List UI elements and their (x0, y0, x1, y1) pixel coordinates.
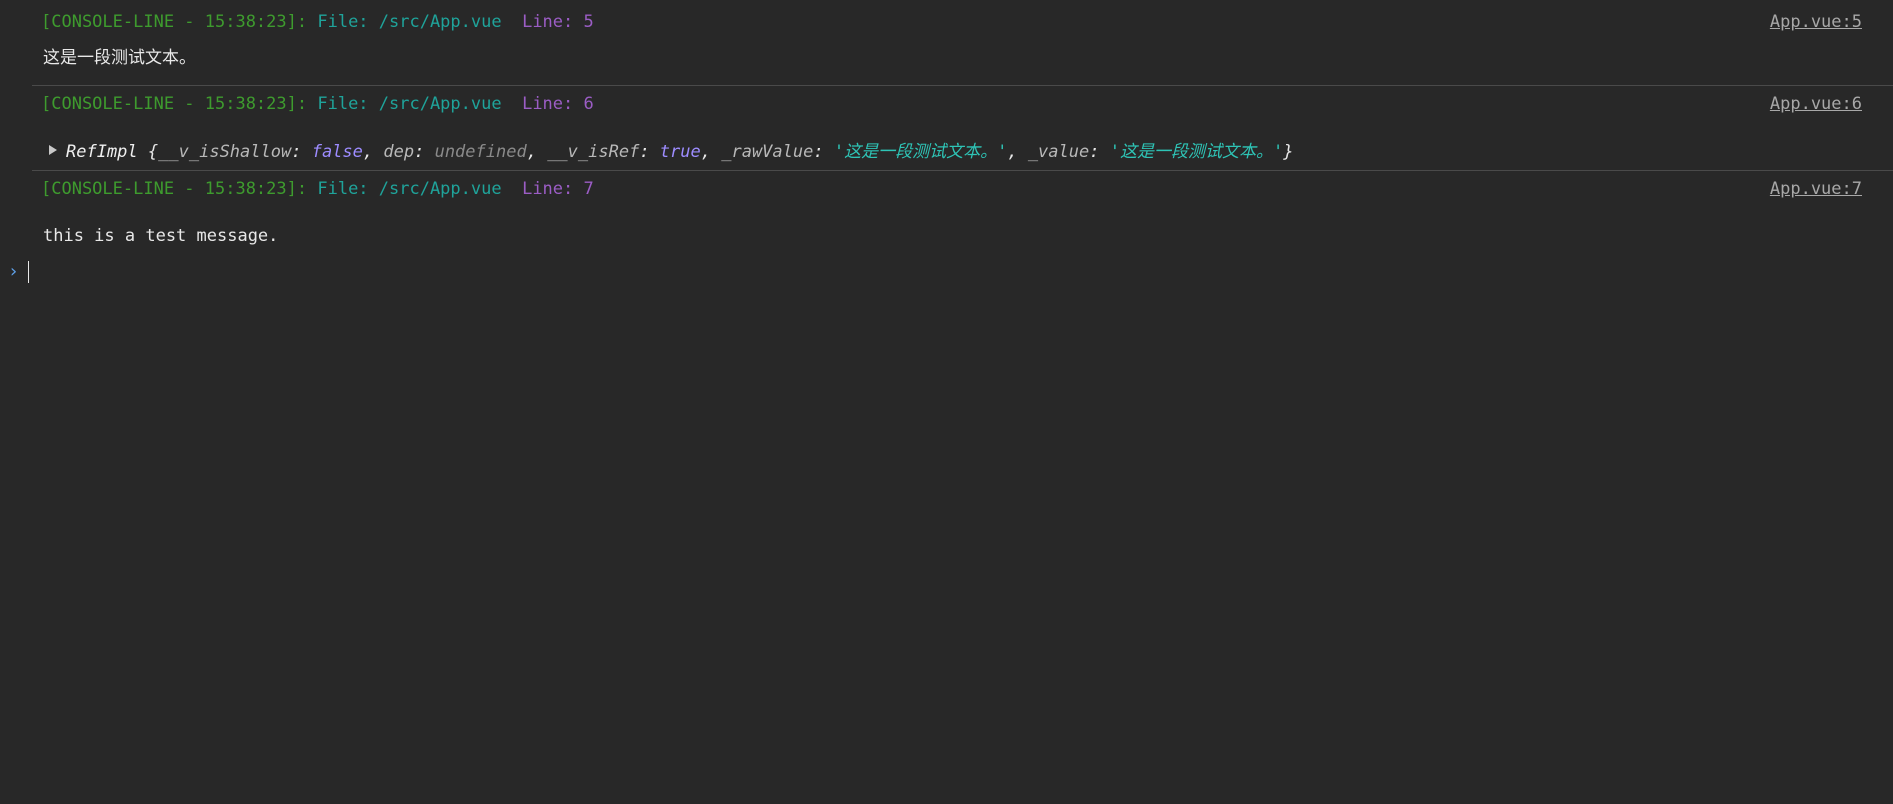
log-meta: [CONSOLE-LINE - 15:38:23]: File: /src/Ap… (41, 92, 594, 116)
source-link[interactable]: App.vue:5 (1770, 10, 1862, 34)
colon: : (1089, 142, 1110, 162)
object-value: true (659, 142, 701, 162)
object-value: undefined (434, 142, 527, 162)
object-value: false (311, 142, 363, 162)
brace: { (147, 142, 159, 162)
log-tag: [CONSOLE-LINE - 15:38:23]: (41, 94, 308, 114)
log-line: Line: 7 (522, 179, 594, 199)
colon: : (639, 142, 660, 162)
text-caret (28, 261, 29, 283)
entry-divider (32, 85, 1893, 86)
console-entry: [CONSOLE-LINE - 15:38:23]: File: /src/Ap… (32, 92, 1893, 164)
log-file: File: /src/App.vue (317, 94, 502, 114)
prompt-chevron-icon: › (8, 261, 19, 282)
console-panel: [CONSOLE-LINE - 15:38:23]: File: /src/Ap… (0, 0, 1893, 804)
object-preview[interactable]: RefImpl {__v_isShallow: false, dep: unde… (49, 140, 1293, 164)
comma: , (362, 142, 384, 162)
source-link[interactable]: App.vue:7 (1770, 177, 1862, 201)
log-tag: [CONSOLE-LINE - 15:38:23]: (41, 179, 308, 199)
source-link[interactable]: App.vue:6 (1770, 92, 1862, 116)
object-key: __v_isRef (547, 142, 640, 162)
object-key: _value (1027, 142, 1090, 162)
object-value: '这是一段测试文本。' (833, 142, 1008, 162)
console-input[interactable] (28, 260, 1858, 284)
log-line: Line: 6 (522, 94, 594, 114)
object-key: __v_isShallow (158, 142, 292, 162)
comma: , (1007, 142, 1028, 162)
colon: : (813, 142, 834, 162)
log-message: 这是一段测试文本。 (43, 48, 196, 68)
comma: , (700, 142, 722, 162)
log-file: File: /src/App.vue (317, 179, 502, 199)
log-message: this is a test message. (43, 226, 279, 246)
entry-divider (32, 170, 1893, 171)
object-class-name: RefImpl (66, 142, 138, 162)
log-file: File: /src/App.vue (317, 12, 502, 32)
colon: : (291, 142, 312, 162)
log-meta: [CONSOLE-LINE - 15:38:23]: File: /src/Ap… (41, 10, 594, 34)
console-entry: [CONSOLE-LINE - 15:38:23]: File: /src/Ap… (32, 177, 1893, 249)
expand-triangle-icon[interactable] (49, 145, 57, 155)
object-key: dep (383, 142, 415, 162)
brace: } (1283, 142, 1294, 162)
object-key: _rawValue (721, 142, 814, 162)
log-meta: [CONSOLE-LINE - 15:38:23]: File: /src/Ap… (41, 177, 594, 201)
log-line: Line: 5 (522, 12, 594, 32)
object-value: '这是一段测试文本。' (1109, 142, 1284, 162)
log-tag: [CONSOLE-LINE - 15:38:23]: (41, 12, 308, 32)
colon: : (414, 142, 435, 162)
console-entry: [CONSOLE-LINE - 15:38:23]: File: /src/Ap… (32, 10, 1893, 70)
comma: , (526, 142, 548, 162)
